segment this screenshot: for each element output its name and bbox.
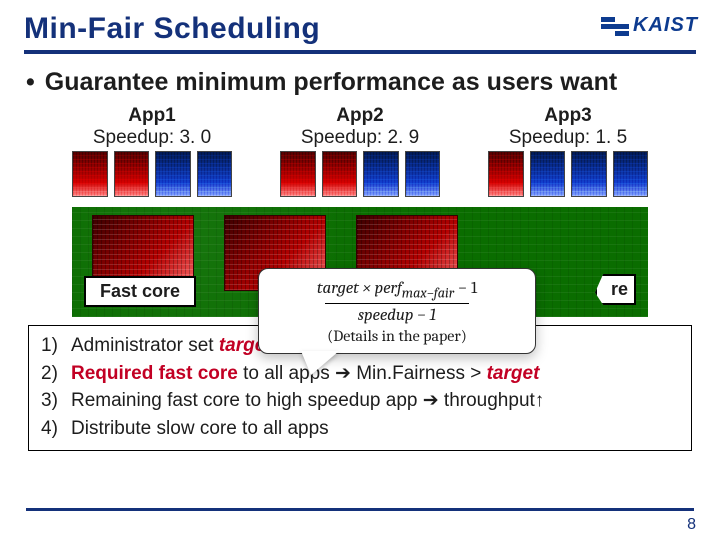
app1-speedup: Speedup: 3. 0: [72, 127, 232, 149]
app1-name: App1: [72, 105, 232, 127]
step-number: 2): [41, 360, 63, 388]
slide-header: Min-Fair Scheduling KAIST: [0, 0, 720, 56]
target-word: target: [487, 363, 540, 384]
step-text: Remaining fast core to high speedup app: [71, 390, 423, 411]
die-icon: [363, 151, 399, 197]
required-fast-core: Required fast core: [71, 363, 238, 384]
app2-speedup: Speedup: 2. 9: [280, 127, 440, 149]
step-number: 1): [41, 332, 63, 360]
app3-chips: [488, 151, 648, 197]
step-4: 4) Distribute slow core to all apps: [41, 415, 679, 443]
die-icon: [280, 151, 316, 197]
page-number: 8: [687, 516, 696, 534]
step-2: 2) Required fast core to all apps ➔ Min.…: [41, 360, 679, 388]
die-icon: [488, 151, 524, 197]
main-bullet: Guarantee minimum performance as users w…: [0, 56, 720, 101]
formula-numerator-sub: max−fair: [402, 284, 454, 301]
formula-fraction: target × perfmax−fair − 1 speedup − 1: [311, 279, 483, 325]
die-icon: [155, 151, 191, 197]
formula-detail: (Details in the paper): [269, 327, 525, 345]
step-text: Distribute slow core to all apps: [71, 415, 329, 443]
formula-denominator: speedup − 1: [352, 306, 442, 325]
step-text: Administrator set: [71, 335, 219, 356]
step-text: throughput↑: [439, 390, 545, 411]
kaist-logo-icon: [601, 15, 629, 37]
app-col-3: App3 Speedup: 1. 5: [488, 105, 648, 197]
partial-core-label: re: [595, 274, 636, 305]
callout-tail-icon: [301, 351, 339, 375]
fast-core-label: Fast core: [84, 276, 196, 307]
step-text: Min.Fairness >: [351, 363, 487, 384]
step-number: 3): [41, 387, 63, 415]
die-icon: [530, 151, 566, 197]
kaist-logo-text: KAIST: [633, 14, 698, 37]
fraction-bar: [325, 303, 470, 304]
app1-chips: [72, 151, 232, 197]
die-icon: [322, 151, 358, 197]
die-icon: [72, 151, 108, 197]
app3-speedup: Speedup: 1. 5: [488, 127, 648, 149]
formula-callout: target × perfmax−fair − 1 speedup − 1 (D…: [258, 268, 536, 354]
die-icon: [613, 151, 649, 197]
apps-row: App1 Speedup: 3. 0 App2 Speedup: 2. 9 Ap…: [0, 101, 720, 197]
app2-name: App2: [280, 105, 440, 127]
app-col-2: App2 Speedup: 2. 9: [280, 105, 440, 197]
app3-name: App3: [488, 105, 648, 127]
footer-rule: [26, 508, 694, 511]
die-icon: [571, 151, 607, 197]
kaist-logo: KAIST: [601, 14, 698, 37]
arrow-icon: ➔: [423, 390, 439, 411]
step-number: 4): [41, 415, 63, 443]
die-icon: [114, 151, 150, 197]
app-col-1: App1 Speedup: 3. 0: [72, 105, 232, 197]
slide-title: Min-Fair Scheduling: [24, 12, 696, 46]
die-icon: [405, 151, 441, 197]
formula-numerator-tail: − 1: [454, 279, 477, 298]
formula-numerator: target × perf: [317, 279, 402, 298]
die-icon: [197, 151, 233, 197]
app2-chips: [280, 151, 440, 197]
title-underline: [24, 50, 696, 54]
step-3: 3) Remaining fast core to high speedup a…: [41, 387, 679, 415]
